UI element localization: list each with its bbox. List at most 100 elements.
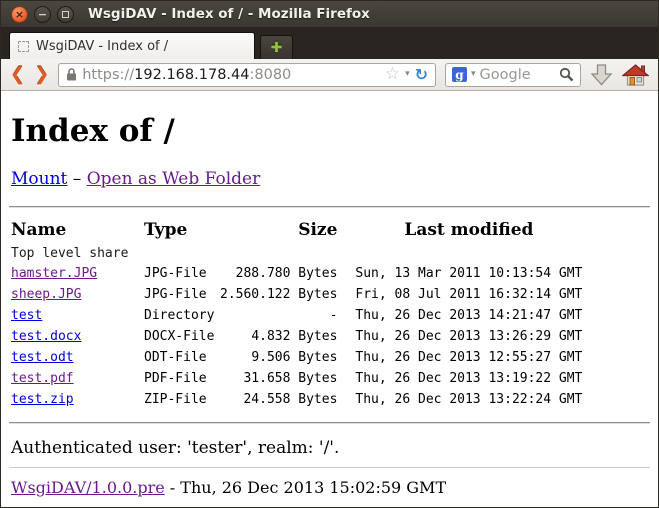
back-button[interactable]: ❮ <box>10 66 25 84</box>
header-type: Type <box>144 217 220 243</box>
page-content: Index of / Mount – Open as Web Folder Na… <box>1 91 658 507</box>
divider-top <box>9 206 650 208</box>
back-icon: ❮ <box>10 64 25 85</box>
file-size: 4.832 Bytes <box>220 326 337 347</box>
chevron-down-icon: ▾ <box>471 69 476 79</box>
file-modified: Sun, 13 Mar 2011 10:13:54 GMT <box>337 263 582 284</box>
search-input[interactable]: Google <box>480 67 555 83</box>
file-link[interactable]: test.zip <box>11 392 74 407</box>
table-row: test.pdf PDF-File 31.658 Bytes Thu, 26 D… <box>11 368 582 389</box>
link-separator: – <box>67 169 86 189</box>
file-link[interactable]: sheep.JPG <box>11 287 81 302</box>
file-type: ZIP-File <box>144 389 220 410</box>
lock-icon <box>66 68 77 81</box>
forward-icon: ❯ <box>34 64 49 85</box>
table-row: test Directory - Thu, 26 Dec 2013 14:21:… <box>11 305 582 326</box>
bookmark-star-button[interactable]: ☆ <box>385 66 400 83</box>
browser-window: × − WsgiDAV - Index of / - Mozilla Firef… <box>0 0 659 508</box>
file-size: 288.780 Bytes <box>220 263 337 284</box>
wsgidav-version-link[interactable]: WsgiDAV/1.0.0.pre <box>11 478 165 497</box>
file-type: JPG-File <box>144 284 220 305</box>
urlbar-dropdown-button[interactable]: ▾ <box>405 70 410 79</box>
file-type: Directory <box>144 305 220 326</box>
google-g-glyph: g <box>455 69 463 81</box>
maximize-icon <box>62 11 69 18</box>
plus-icon: ✚ <box>271 40 283 56</box>
page-nav-links: Mount – Open as Web Folder <box>11 169 650 189</box>
share-note-row: Top level share <box>11 243 582 263</box>
reload-button[interactable]: ↻ <box>415 67 428 83</box>
download-arrow-icon <box>590 64 613 86</box>
tab-label: WsgiDAV - Index of / <box>36 39 168 54</box>
search-engine-dropdown[interactable]: ▾ <box>471 70 476 79</box>
window-maximize-button[interactable] <box>57 6 74 23</box>
file-modified: Thu, 26 Dec 2013 13:19:22 GMT <box>337 368 582 389</box>
table-row: test.docx DOCX-File 4.832 Bytes Thu, 26 … <box>11 326 582 347</box>
file-link[interactable]: test.pdf <box>11 371 74 386</box>
google-engine-icon[interactable]: g <box>452 67 467 82</box>
file-size: 31.658 Bytes <box>220 368 337 389</box>
downloads-button[interactable] <box>590 64 613 86</box>
table-row: hamster.JPG JPG-File 288.780 Bytes Sun, … <box>11 263 582 284</box>
table-row: test.zip ZIP-File 24.558 Bytes Thu, 26 D… <box>11 389 582 410</box>
star-icon: ☆ <box>385 64 400 84</box>
page-title: Index of / <box>11 113 650 149</box>
generator-timestamp: - Thu, 26 Dec 2013 15:02:59 GMT <box>165 478 446 497</box>
file-link[interactable]: test.odt <box>11 350 74 365</box>
chevron-down-icon: ▾ <box>405 69 410 79</box>
file-modified: Thu, 26 Dec 2013 13:22:24 GMT <box>337 389 582 410</box>
url-text[interactable]: https://192.168.178.44:8080 <box>82 67 380 83</box>
divider-bottom <box>9 422 650 424</box>
file-size: 24.558 Bytes <box>220 389 337 410</box>
home-icon <box>622 64 649 86</box>
header-last-modified: Last modified <box>337 217 582 243</box>
home-button[interactable] <box>622 64 649 86</box>
file-modified: Fri, 08 Jul 2011 16:32:14 GMT <box>337 284 582 305</box>
auth-status-text: Authenticated user: 'tester', realm: '/'… <box>11 438 650 458</box>
url-host: 192.168.178.44 <box>134 67 249 83</box>
header-name: Name <box>11 217 144 243</box>
file-table-body: hamster.JPG JPG-File 288.780 Bytes Sun, … <box>11 263 582 410</box>
url-port: :8080 <box>249 67 291 83</box>
divider-footer <box>9 467 650 468</box>
file-link[interactable]: test.docx <box>11 329 81 344</box>
generator-line: WsgiDAV/1.0.0.pre - Thu, 26 Dec 2013 15:… <box>11 478 650 497</box>
new-tab-button[interactable]: ✚ <box>260 35 293 59</box>
reload-icon: ↻ <box>415 65 428 84</box>
search-icon[interactable] <box>559 67 574 82</box>
file-modified: Thu, 26 Dec 2013 13:26:29 GMT <box>337 326 582 347</box>
file-table: Name Type Size Last modified Top level s… <box>11 217 582 410</box>
file-modified: Thu, 26 Dec 2013 12:55:27 GMT <box>337 347 582 368</box>
window-minimize-button[interactable]: − <box>34 6 51 23</box>
file-size: 9.506 Bytes <box>220 347 337 368</box>
navigation-toolbar: ❮ ❯ https://192.168.178.44:8080 ☆ ▾ ↻ g … <box>1 59 658 91</box>
file-type: ODT-File <box>144 347 220 368</box>
file-type: DOCX-File <box>144 326 220 347</box>
file-modified: Thu, 26 Dec 2013 14:21:47 GMT <box>337 305 582 326</box>
forward-button[interactable]: ❯ <box>34 66 49 84</box>
file-type: JPG-File <box>144 263 220 284</box>
tab-wsgidav[interactable]: WsgiDAV - Index of / <box>9 32 255 59</box>
close-icon: × <box>15 9 24 20</box>
url-bar[interactable]: https://192.168.178.44:8080 ☆ ▾ ↻ <box>58 63 436 87</box>
search-box[interactable]: g ▾ Google <box>445 63 581 87</box>
window-title: WsgiDAV - Index of / - Mozilla Firefox <box>88 6 370 22</box>
url-scheme: https:// <box>82 67 134 83</box>
file-type: PDF-File <box>144 368 220 389</box>
window-close-button[interactable]: × <box>11 6 28 23</box>
titlebar: × − WsgiDAV - Index of / - Mozilla Firef… <box>1 1 658 28</box>
tab-strip: WsgiDAV - Index of / ✚ <box>1 28 658 59</box>
favicon-placeholder-icon <box>18 41 29 52</box>
open-webfolder-link[interactable]: Open as Web Folder <box>87 169 261 189</box>
file-link[interactable]: hamster.JPG <box>11 266 97 281</box>
file-size: - <box>220 305 337 326</box>
file-table-header-row: Name Type Size Last modified <box>11 217 582 243</box>
table-row: test.odt ODT-File 9.506 Bytes Thu, 26 De… <box>11 347 582 368</box>
minimize-icon: − <box>38 9 47 20</box>
file-link[interactable]: test <box>11 308 42 323</box>
header-size: Size <box>220 217 337 243</box>
file-size: 2.560.122 Bytes <box>220 284 337 305</box>
table-row: sheep.JPG JPG-File 2.560.122 Bytes Fri, … <box>11 284 582 305</box>
mount-link[interactable]: Mount <box>11 169 67 189</box>
share-note: Top level share <box>11 243 582 263</box>
